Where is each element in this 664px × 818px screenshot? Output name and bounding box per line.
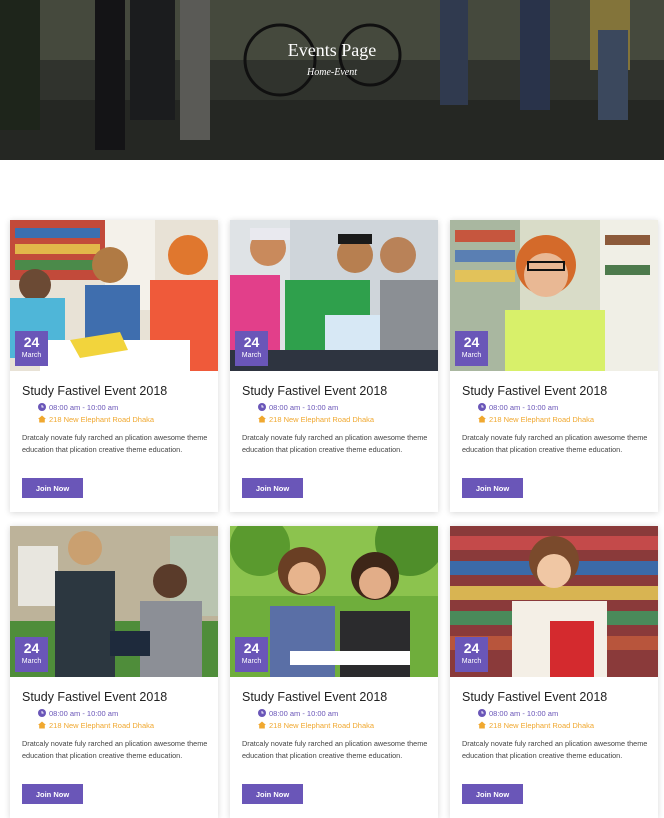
date-day: 24 <box>463 334 480 350</box>
breadcrumb[interactable]: Home-Event <box>0 67 664 78</box>
date-day: 24 <box>23 334 40 350</box>
event-time: 08:00 am - 10:00 am <box>478 403 558 412</box>
join-now-button[interactable]: Join Now <box>22 478 83 498</box>
date-day: 24 <box>243 334 260 350</box>
event-photo: 24 March <box>230 526 438 677</box>
event-description: Dratcaly novate fuly rarched an plicatio… <box>242 433 428 454</box>
event-photo: 24 March <box>10 220 218 371</box>
home-icon <box>478 721 486 729</box>
event-card: 24 March Study Fastivel Event 2018 08:00… <box>230 220 438 512</box>
event-time-text: 08:00 am - 10:00 am <box>269 709 339 718</box>
clock-icon <box>478 403 486 411</box>
event-location-text: 218 New Elephant Road Dhaka <box>489 721 595 730</box>
event-time: 08:00 am - 10:00 am <box>258 403 338 412</box>
event-title[interactable]: Study Fastivel Event 2018 <box>242 690 387 704</box>
join-now-button[interactable]: Join Now <box>242 478 303 498</box>
event-location: 218 New Elephant Road Dhaka <box>258 721 374 730</box>
event-card: 24 March Study Fastivel Event 2018 08:00… <box>10 526 218 818</box>
clock-icon <box>258 709 266 717</box>
date-month: March <box>241 658 262 665</box>
event-time: 08:00 am - 10:00 am <box>38 403 118 412</box>
hero-banner: Events Page Home-Event <box>0 0 664 160</box>
home-icon <box>258 721 266 729</box>
event-description: Dratcaly novate fuly rarched an plicatio… <box>462 433 648 454</box>
clock-icon <box>478 709 486 717</box>
event-time: 08:00 am - 10:00 am <box>38 709 118 718</box>
event-location-text: 218 New Elephant Road Dhaka <box>269 721 375 730</box>
event-card: 24 March Study Fastivel Event 2018 08:00… <box>10 220 218 512</box>
event-description: Dratcaly novate fuly rarched an plicatio… <box>22 433 208 454</box>
event-time: 08:00 am - 10:00 am <box>258 709 338 718</box>
event-time-text: 08:00 am - 10:00 am <box>49 403 119 412</box>
date-month: March <box>461 352 482 359</box>
event-location: 218 New Elephant Road Dhaka <box>478 721 594 730</box>
date-badge: 24 March <box>15 637 48 672</box>
home-icon <box>478 415 486 423</box>
event-title[interactable]: Study Fastivel Event 2018 <box>462 690 607 704</box>
event-title[interactable]: Study Fastivel Event 2018 <box>242 384 387 398</box>
event-location: 218 New Elephant Road Dhaka <box>258 415 374 424</box>
event-description: Dratcaly novate fuly rarched an plicatio… <box>22 739 208 760</box>
clock-icon <box>38 403 46 411</box>
date-badge: 24 March <box>15 331 48 366</box>
event-photo: 24 March <box>230 220 438 371</box>
date-month: March <box>21 658 42 665</box>
join-now-button[interactable]: Join Now <box>462 478 523 498</box>
event-photo: 24 March <box>10 526 218 677</box>
date-month: March <box>461 658 482 665</box>
event-card: 24 March Study Fastivel Event 2018 08:00… <box>450 220 658 512</box>
date-day: 24 <box>463 640 480 656</box>
date-badge: 24 March <box>235 637 268 672</box>
date-day: 24 <box>23 640 40 656</box>
home-icon <box>38 415 46 423</box>
event-location: 218 New Elephant Road Dhaka <box>38 415 154 424</box>
event-time-text: 08:00 am - 10:00 am <box>269 403 339 412</box>
home-icon <box>38 721 46 729</box>
event-time: 08:00 am - 10:00 am <box>478 709 558 718</box>
event-title[interactable]: Study Fastivel Event 2018 <box>462 384 607 398</box>
event-card: 24 March Study Fastivel Event 2018 08:00… <box>230 526 438 818</box>
event-location-text: 218 New Elephant Road Dhaka <box>49 415 155 424</box>
event-time-text: 08:00 am - 10:00 am <box>489 403 559 412</box>
page-title: Events Page <box>287 40 377 60</box>
event-description: Dratcaly novate fuly rarched an plicatio… <box>462 739 648 760</box>
event-photo: 24 March <box>450 526 658 677</box>
join-now-button[interactable]: Join Now <box>462 784 523 804</box>
event-photo: 24 March <box>450 220 658 371</box>
event-location-text: 218 New Elephant Road Dhaka <box>489 415 595 424</box>
event-time-text: 08:00 am - 10:00 am <box>489 709 559 718</box>
event-location-text: 218 New Elephant Road Dhaka <box>269 415 375 424</box>
event-location-text: 218 New Elephant Road Dhaka <box>49 721 155 730</box>
event-location: 218 New Elephant Road Dhaka <box>478 415 594 424</box>
clock-icon <box>258 403 266 411</box>
date-day: 24 <box>243 640 260 656</box>
home-icon <box>258 415 266 423</box>
date-month: March <box>241 352 262 359</box>
date-month: March <box>21 352 42 359</box>
join-now-button[interactable]: Join Now <box>22 784 83 804</box>
event-title[interactable]: Study Fastivel Event 2018 <box>22 690 167 704</box>
date-badge: 24 March <box>235 331 268 366</box>
clock-icon <box>38 709 46 717</box>
event-description: Dratcaly novate fuly rarched an plicatio… <box>242 739 428 760</box>
event-title[interactable]: Study Fastivel Event 2018 <box>22 384 167 398</box>
event-card: 24 March Study Fastivel Event 2018 08:00… <box>450 526 658 818</box>
date-badge: 24 March <box>455 637 488 672</box>
hero-overlay <box>0 0 664 160</box>
event-location: 218 New Elephant Road Dhaka <box>38 721 154 730</box>
date-badge: 24 March <box>455 331 488 366</box>
join-now-button[interactable]: Join Now <box>242 784 303 804</box>
event-time-text: 08:00 am - 10:00 am <box>49 709 119 718</box>
